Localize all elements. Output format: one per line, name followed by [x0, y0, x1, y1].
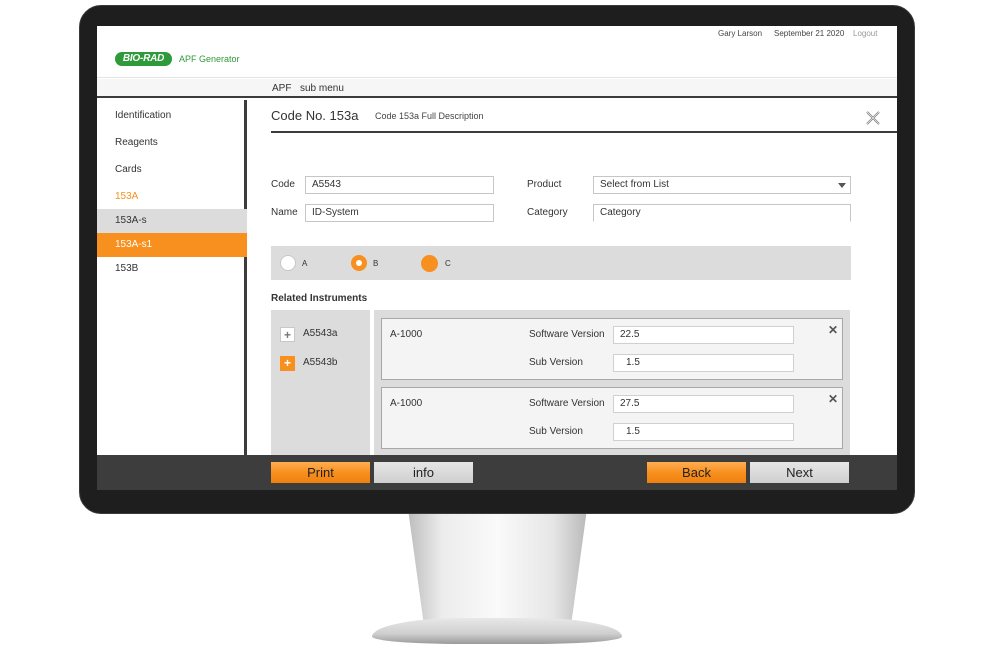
sidebar-item-153b[interactable]: 153B: [97, 257, 247, 281]
back-button[interactable]: Back: [647, 462, 746, 483]
instrument-list: + A5543a + A5543b: [271, 310, 370, 457]
logout-link[interactable]: Logout: [853, 29, 877, 38]
radio-a-label: A: [302, 259, 308, 268]
option-radio-group: A B C: [271, 246, 851, 280]
title-divider: [271, 131, 897, 133]
software-version-field[interactable]: 27.5: [613, 395, 794, 413]
sidebar-item-153a-s[interactable]: 153A-s: [97, 209, 247, 233]
name-label: Name: [271, 207, 298, 218]
instrument-details: A-1000 Software Version 22.5 Sub Version…: [374, 310, 850, 457]
monitor-stand: [408, 514, 587, 622]
add-icon[interactable]: +: [280, 327, 295, 342]
sidebar-item-identification[interactable]: Identification: [97, 104, 247, 128]
submenu-item[interactable]: sub menu: [300, 83, 344, 94]
page-title: Code No. 153a: [271, 108, 359, 123]
radio-b-selected[interactable]: [351, 255, 367, 271]
app-name: APF Generator: [179, 54, 240, 64]
category-label: Category: [527, 207, 568, 218]
close-icon[interactable]: [865, 110, 881, 126]
product-select[interactable]: Select from List: [593, 176, 851, 194]
radio-c[interactable]: [421, 255, 438, 272]
sidebar-item-cards[interactable]: Cards: [97, 158, 247, 182]
info-button[interactable]: info: [374, 462, 473, 483]
radio-dot-icon: [356, 260, 362, 266]
close-icon[interactable]: ✕: [828, 323, 838, 337]
sub-version-field[interactable]: 1.5: [613, 354, 794, 372]
sub-version-label: Sub Version: [529, 357, 583, 368]
print-button[interactable]: Print: [271, 462, 370, 483]
software-version-label: Software Version: [529, 398, 605, 409]
next-button[interactable]: Next: [750, 462, 849, 483]
sidebar-item-reagents[interactable]: Reagents: [97, 131, 247, 155]
page-subtitle: Code 153a Full Description: [375, 111, 484, 121]
radio-b-label: B: [373, 259, 379, 268]
software-version-field[interactable]: 22.5: [613, 326, 794, 344]
close-icon[interactable]: ✕: [828, 392, 838, 406]
product-select-value: Select from List: [600, 179, 669, 190]
code-label: Code: [271, 179, 295, 190]
instrument-card: A-1000 Software Version 27.5 Sub Version…: [381, 387, 843, 449]
footer-bar: Print info Back Next: [97, 455, 897, 490]
brand-bar: BIO-RAD APF Generator: [97, 42, 897, 78]
radio-c-label: C: [445, 259, 451, 268]
app-screen: Gary Larson September 21 2020 Logout BIO…: [97, 26, 897, 490]
sidebar-item-153a-s1[interactable]: 153A-s1: [97, 233, 247, 257]
chevron-down-icon: [838, 183, 846, 188]
code-field[interactable]: A5543: [305, 176, 494, 194]
product-label: Product: [527, 179, 562, 190]
sidebar: Identification Reagents Cards 153A 153A-…: [97, 100, 247, 455]
instrument-model: A-1000: [390, 329, 423, 340]
list-item[interactable]: A5543b: [303, 357, 337, 368]
list-item[interactable]: A5543a: [303, 328, 337, 339]
category-field[interactable]: Category: [593, 204, 851, 222]
radio-a[interactable]: [280, 255, 296, 271]
name-field[interactable]: ID-System: [305, 204, 494, 222]
current-date: September 21 2020: [774, 29, 845, 38]
instrument-model: A-1000: [390, 398, 423, 409]
main-panel: Code No. 153a Code 153a Full Description…: [250, 100, 897, 457]
sub-version-label: Sub Version: [529, 426, 583, 437]
software-version-label: Software Version: [529, 329, 605, 340]
bio-rad-logo: BIO-RAD: [115, 52, 172, 66]
sub-menu-bar: APF sub menu: [97, 79, 897, 98]
monitor-stand-base: [372, 618, 622, 644]
monitor-mockup: Gary Larson September 21 2020 Logout BIO…: [0, 0, 993, 649]
user-bar: Gary Larson September 21 2020 Logout: [97, 26, 897, 42]
sub-version-field[interactable]: 1.5: [613, 423, 794, 441]
user-name: Gary Larson: [718, 29, 763, 38]
submenu-apf[interactable]: APF: [272, 83, 291, 94]
sidebar-item-153a[interactable]: 153A: [97, 185, 247, 209]
instrument-card: A-1000 Software Version 22.5 Sub Version…: [381, 318, 843, 380]
related-instruments-heading: Related Instruments: [271, 293, 368, 304]
add-icon-active[interactable]: +: [280, 356, 295, 371]
